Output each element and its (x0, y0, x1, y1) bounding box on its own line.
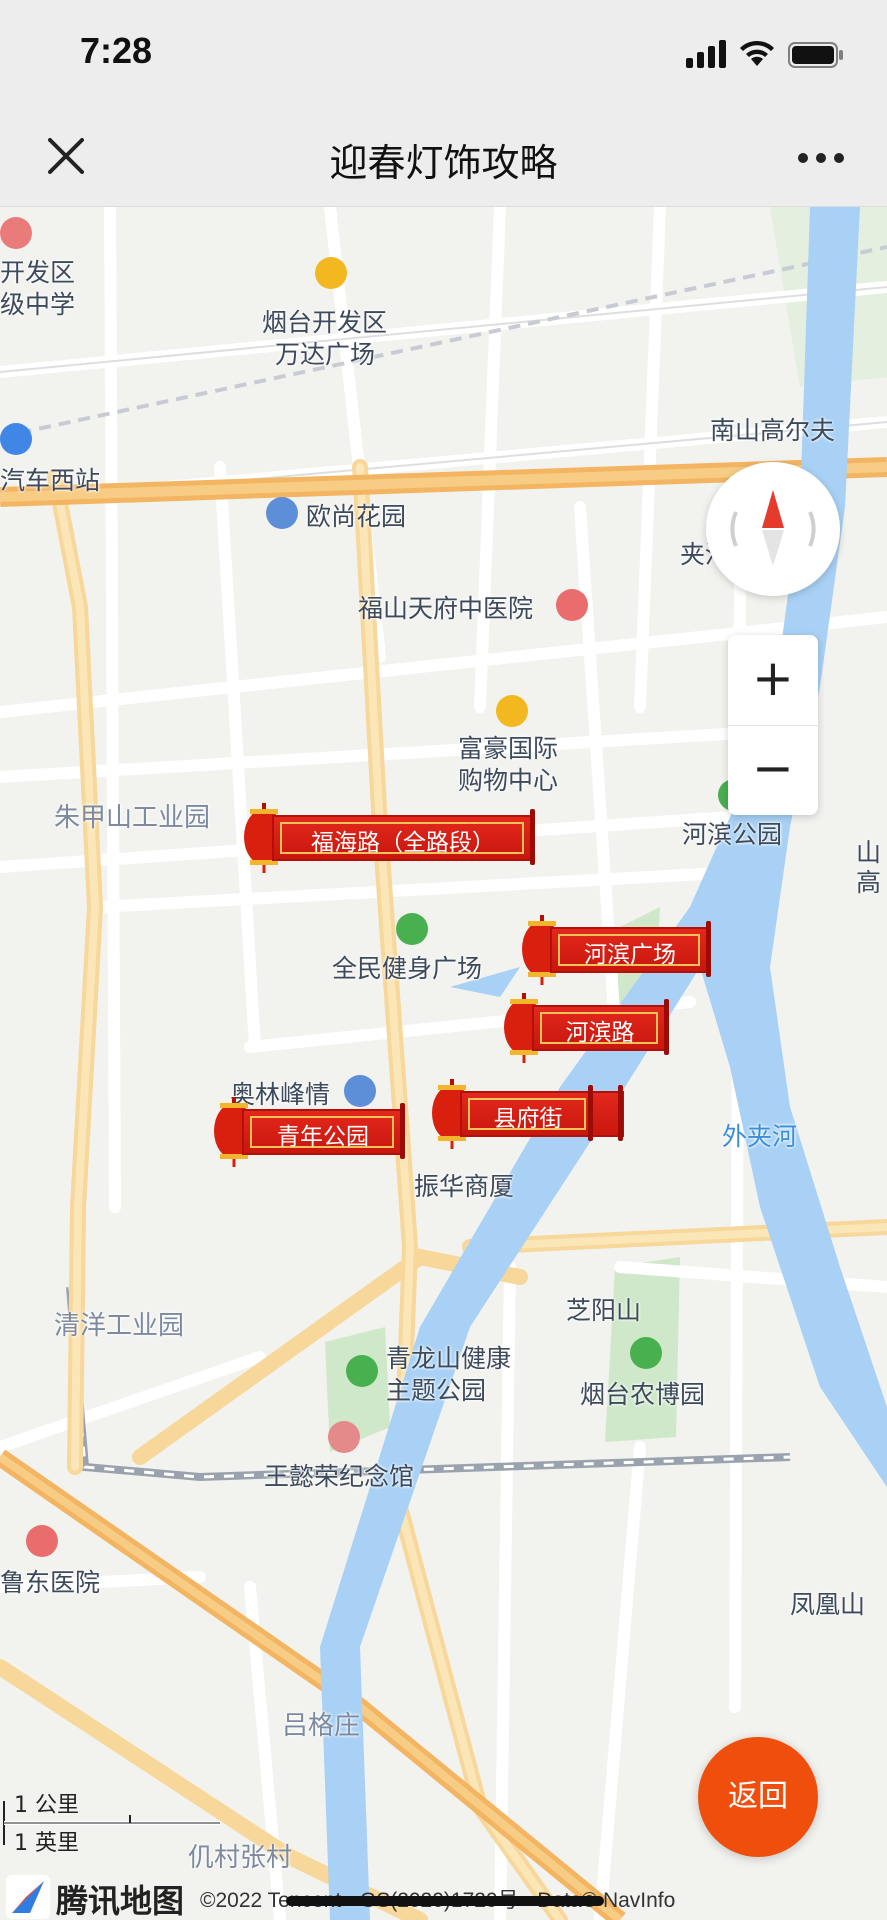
lantern-marker-xianfu-street[interactable]: 县府街 (430, 1079, 626, 1149)
lantern-label: 青年公园 (277, 1124, 369, 1150)
park-poi-icon (346, 1355, 378, 1387)
shopping-poi-icon (496, 695, 528, 727)
map-label: 级中学 (0, 290, 76, 319)
school-poi-icon (0, 217, 32, 249)
lantern-label: 福海路（全路段） (311, 830, 495, 856)
bus-station-icon (0, 423, 32, 455)
map-label: 清洋工业园 (54, 1311, 185, 1341)
scale-km-label: 1 公里 (14, 1793, 79, 1818)
banner-rod (618, 1085, 623, 1141)
home-indicator[interactable] (286, 1896, 604, 1906)
map-label: 烟台开发区 (262, 308, 388, 337)
map-brand: 腾讯地图 (56, 1882, 185, 1920)
map-label: 鲁东医院 (0, 1568, 101, 1597)
map-label: 青龙山健康 (386, 1344, 512, 1373)
map-label: 河滨公园 (682, 820, 783, 849)
map-label: 南山高尔夫 (710, 416, 836, 445)
page-title: 迎春灯饰攻略 (329, 141, 558, 185)
map-attribution: 腾讯地图 ©2022 Tencent - GS(2020)1729号 - Dat… (0, 1870, 887, 1920)
museum-poi-icon (328, 1421, 360, 1453)
lantern-label: 河滨广场 (584, 942, 676, 968)
nav-bar: 迎春灯饰攻略 (0, 110, 887, 207)
banner-rod (400, 1103, 405, 1159)
museum-poi-icon (630, 1337, 662, 1369)
hospital-poi-icon (26, 1525, 58, 1557)
compass-icon (730, 490, 816, 566)
zoom-out-button[interactable]: − (728, 725, 818, 815)
shopping-poi-icon (315, 257, 347, 289)
tencent-map-logo (6, 1875, 50, 1919)
lantern-marker-youth-park[interactable]: 青年公园 (212, 1097, 406, 1167)
banner-rod (588, 1085, 593, 1141)
lantern-label: 县府街 (493, 1106, 563, 1132)
lantern-banner: 河滨路 (532, 1005, 668, 1051)
residential-poi-icon (266, 497, 298, 529)
zoom-in-button[interactable]: + (728, 635, 818, 726)
map-label: 朱甲山工业园 (54, 803, 211, 833)
lantern-banner: 青年公园 (242, 1109, 404, 1155)
map-label: 汽车西站 (0, 466, 101, 495)
cellular-signal-icon (686, 40, 726, 68)
map-label: 王懿荣纪念馆 (264, 1462, 415, 1491)
map-label: 凤凰山 (790, 1590, 866, 1619)
compass-button[interactable] (706, 462, 840, 596)
map-label: 振华商厦 (414, 1172, 515, 1201)
map-label: 富豪国际 (458, 734, 559, 763)
map-label: 主题公园 (386, 1376, 487, 1405)
map-label: 购物中心 (458, 766, 559, 795)
status-bar: 7:28 (0, 0, 887, 110)
park-poi-icon (396, 913, 428, 945)
hospital-poi-icon (556, 589, 588, 621)
map-label: 高 (856, 868, 882, 897)
map-label: 全民健身广场 (332, 954, 483, 983)
lantern-marker-fuhai-road[interactable]: 福海路（全路段） (242, 803, 538, 873)
lantern-banner: 河滨广场 (550, 927, 710, 973)
zoom-control: + − (728, 635, 818, 815)
more-icon[interactable] (796, 140, 846, 176)
map-label: 吕格庄 (282, 1711, 361, 1741)
status-time: 7:28 (80, 30, 153, 71)
map-label: 芝阳山 (566, 1296, 642, 1325)
banner-rod (664, 999, 669, 1055)
map-logo-icon (12, 1881, 44, 1913)
lantern-banner: 福海路（全路段） (272, 815, 534, 861)
lantern-marker-hebin-road[interactable]: 河滨路 (502, 993, 670, 1063)
map-label: 外夹河 (722, 1122, 798, 1151)
battery-icon (788, 42, 843, 68)
banner-rod (530, 809, 535, 865)
lantern-label: 河滨路 (565, 1020, 635, 1046)
map-label: 万达广场 (275, 340, 376, 369)
lantern-marker-hebin-square[interactable]: 河滨广场 (520, 915, 712, 985)
banner-rod (706, 921, 711, 977)
map-label: 烟台农博园 (580, 1380, 706, 1409)
back-button[interactable]: 返回 (698, 1737, 818, 1857)
map-label: 开发区 (0, 258, 76, 287)
scale-mi-label: 1 英里 (14, 1831, 79, 1856)
map-label: 福山天府中医院 (358, 594, 534, 623)
map-view[interactable]: 开发区 级中学 烟台开发区 万达广场 汽车西站 南山高尔夫 欧尚花园 夹河 福山… (0, 207, 887, 1920)
lantern-banner: 县府街 (460, 1091, 624, 1137)
map-scale: 1 公里 1 英里 (0, 1787, 240, 1857)
map-label: 欧尚花园 (306, 502, 407, 531)
wifi-icon (740, 40, 774, 66)
